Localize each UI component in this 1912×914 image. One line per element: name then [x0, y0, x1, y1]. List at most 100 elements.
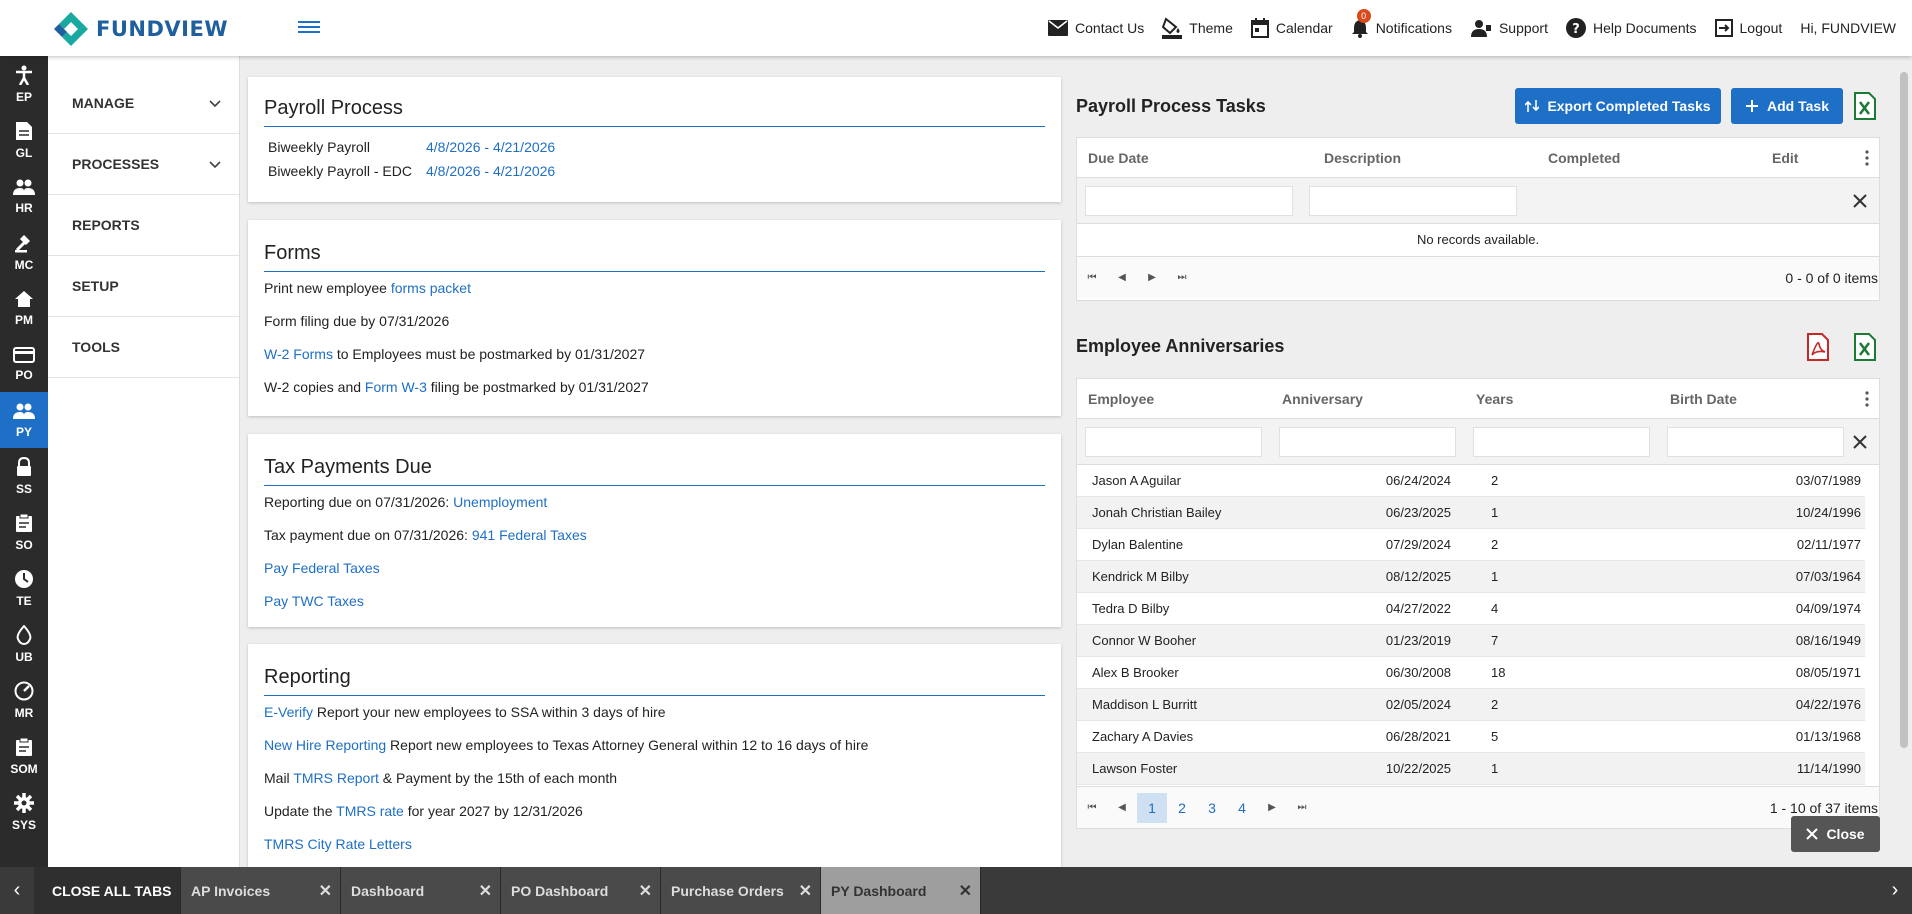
more-vert-icon[interactable] [1865, 391, 1869, 407]
pay-federal-taxes-link[interactable]: Pay Federal Taxes [264, 560, 380, 576]
tab-py-dashboard[interactable]: PY Dashboard ✕ [821, 867, 981, 914]
rail-item-som[interactable]: SOM [0, 728, 48, 784]
export-completed-tasks-button[interactable]: Export Completed Tasks [1515, 88, 1721, 124]
menu-tools[interactable]: TOOLS [48, 317, 239, 378]
payroll-range-link[interactable]: 4/8/2026 - 4/21/2026 [426, 139, 555, 155]
menu-reports[interactable]: REPORTS [48, 195, 239, 256]
close-tab-icon[interactable]: ✕ [319, 881, 332, 901]
tab-purchase-orders[interactable]: Purchase Orders ✕ [661, 867, 821, 914]
clear-filter-icon[interactable] [1853, 435, 1867, 449]
col-completed[interactable]: Completed [1537, 150, 1761, 166]
prev-page-icon[interactable]: ◀ [1107, 793, 1137, 823]
close-tab-icon[interactable]: ✕ [799, 881, 812, 901]
close-tab-icon[interactable]: ✕ [479, 881, 492, 901]
payroll-range-link[interactable]: 4/8/2026 - 4/21/2026 [426, 163, 555, 179]
page-4-button[interactable]: 4 [1227, 793, 1257, 823]
clear-filter-icon[interactable] [1853, 194, 1867, 208]
years-filter[interactable] [1473, 426, 1650, 457]
close-tab-icon[interactable]: ✕ [959, 881, 972, 901]
col-description[interactable]: Description [1313, 150, 1537, 166]
col-birth-date[interactable]: Birth Date [1659, 391, 1819, 407]
rail-item-so[interactable]: SO [0, 504, 48, 560]
col-years[interactable]: Years [1465, 391, 1659, 407]
table-row[interactable]: Maddison L Burritt 02/05/2024 2 04/22/1976 [1077, 689, 1865, 721]
first-page-icon[interactable]: ⏮ [1077, 263, 1107, 293]
rail-item-gl[interactable]: GL [0, 112, 48, 168]
rail-item-py[interactable]: PY [0, 392, 48, 448]
page-2-button[interactable]: 2 [1167, 793, 1197, 823]
table-row[interactable]: Tedra D Bilby 04/27/2022 4 04/09/1974 [1077, 593, 1865, 625]
excel-export-icon[interactable] [1853, 92, 1877, 120]
page-3-button[interactable]: 3 [1197, 793, 1227, 823]
col-anniversary[interactable]: Anniversary [1271, 391, 1465, 407]
col-due-date[interactable]: Due Date [1077, 150, 1313, 166]
excel-export-icon[interactable] [1853, 333, 1877, 361]
rail-item-mr[interactable]: MR [0, 672, 48, 728]
close-button[interactable]: Close [1791, 816, 1880, 852]
table-row[interactable]: Alex B Brooker 06/30/2008 18 08/05/1971 [1077, 657, 1865, 689]
rail-item-mc[interactable]: MC [0, 224, 48, 280]
due-date-filter[interactable] [1085, 185, 1293, 216]
col-edit[interactable]: Edit [1761, 150, 1841, 166]
table-row[interactable]: Jonah Christian Bailey 06/23/2025 1 10/24/1… [1077, 497, 1865, 529]
table-row[interactable]: Kendrick M Bilby 08/12/2025 1 07/03/1964 [1077, 561, 1865, 593]
rail-item-ep[interactable]: EP [0, 56, 48, 112]
federal-941-link[interactable]: 941 Federal Taxes [472, 527, 587, 543]
table-row[interactable]: Jason A Aguilar 06/24/2024 2 03/07/1989 [1077, 465, 1865, 497]
tmrs-report-link[interactable]: TMRS Report [293, 770, 379, 786]
form-w3-link[interactable]: Form W-3 [365, 379, 427, 395]
calendar-link[interactable]: Calendar [1250, 18, 1333, 38]
unemployment-link[interactable]: Unemployment [453, 494, 547, 510]
close-all-tabs-button[interactable]: CLOSE ALL TABS [34, 867, 181, 914]
pay-twc-taxes-link[interactable]: Pay TWC Taxes [264, 593, 364, 609]
pdf-export-icon[interactable] [1806, 333, 1830, 361]
table-row[interactable]: Connor W Booher 01/23/2019 7 08/16/1949 [1077, 625, 1865, 657]
new-hire-reporting-link[interactable]: New Hire Reporting [264, 737, 386, 753]
add-task-button[interactable]: Add Task [1731, 88, 1843, 124]
rail-item-te[interactable]: TE [0, 560, 48, 616]
e-verify-link[interactable]: E-Verify [264, 704, 313, 720]
page-1-button[interactable]: 1 [1137, 792, 1167, 823]
rail-item-ss[interactable]: SS [0, 448, 48, 504]
fundview-logo[interactable]: FUNDVIEW [50, 10, 228, 48]
first-page-icon[interactable]: ⏮ [1077, 793, 1107, 823]
more-vert-icon[interactable] [1865, 150, 1869, 166]
next-page-icon[interactable]: ▶ [1137, 263, 1167, 293]
description-filter[interactable] [1309, 185, 1517, 216]
theme-link[interactable]: Theme [1162, 17, 1233, 39]
page-scrollbar[interactable] [1900, 72, 1908, 748]
tabs-scroll-left-icon[interactable]: ‹ [0, 867, 34, 914]
col-employee[interactable]: Employee [1077, 391, 1271, 407]
tmrs-rate-link[interactable]: TMRS rate [336, 803, 404, 819]
table-row[interactable]: Zachary A Davies 06/28/2021 5 01/13/1968 [1077, 721, 1865, 753]
menu-toggle-icon[interactable] [298, 18, 320, 36]
tab-ap-invoices[interactable]: AP Invoices ✕ [181, 867, 341, 914]
rail-item-hr[interactable]: HR [0, 168, 48, 224]
w2-forms-link[interactable]: W-2 Forms [264, 346, 333, 362]
menu-processes[interactable]: PROCESSES [48, 134, 239, 195]
rail-item-pm[interactable]: PM [0, 280, 48, 336]
rail-item-po[interactable]: PO [0, 336, 48, 392]
prev-page-icon[interactable]: ◀ [1107, 263, 1137, 293]
contact-us-link[interactable]: Contact Us [1048, 20, 1144, 36]
employee-filter[interactable] [1085, 426, 1262, 457]
table-row[interactable]: Dylan Balentine 07/29/2024 2 02/11/1977 [1077, 529, 1865, 561]
tmrs-city-rate-letters-link[interactable]: TMRS City Rate Letters [264, 836, 412, 852]
tab-po-dashboard[interactable]: PO Dashboard ✕ [501, 867, 661, 914]
last-page-icon[interactable]: ⏭ [1287, 793, 1317, 823]
birth-date-filter[interactable] [1667, 426, 1844, 457]
tabs-scroll-right-icon[interactable]: › [1878, 867, 1912, 914]
help-documents-link[interactable]: ? Help Documents [1566, 18, 1697, 38]
rail-item-sys[interactable]: SYS [0, 784, 48, 840]
logout-link[interactable]: Logout [1714, 19, 1782, 37]
anniversary-filter[interactable] [1279, 426, 1456, 457]
menu-setup[interactable]: SETUP [48, 256, 239, 317]
last-page-icon[interactable]: ⏭ [1167, 263, 1197, 293]
notifications-link[interactable]: 0 Notifications [1351, 9, 1452, 38]
table-row[interactable]: Lawson Foster 10/22/2025 1 11/14/1990 [1077, 753, 1865, 785]
support-link[interactable]: Support [1470, 19, 1548, 37]
tab-dashboard[interactable]: Dashboard ✕ [341, 867, 501, 914]
close-tab-icon[interactable]: ✕ [639, 881, 652, 901]
next-page-icon[interactable]: ▶ [1257, 793, 1287, 823]
rail-item-ub[interactable]: UB [0, 616, 48, 672]
